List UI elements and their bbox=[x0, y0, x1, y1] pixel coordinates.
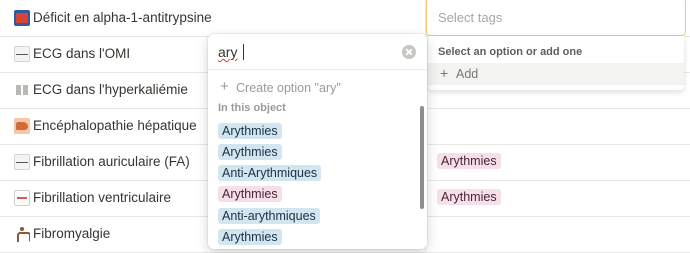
row-title: Fibrillation auriculaire (FA) bbox=[33, 154, 190, 169]
search-input[interactable]: ary bbox=[208, 34, 427, 70]
plus-icon: + bbox=[440, 65, 449, 81]
option-menu-header: Select an option or add one bbox=[438, 46, 583, 58]
option-tag[interactable]: Arythmies bbox=[218, 123, 282, 139]
option-tag[interactable]: Arythmies bbox=[218, 229, 282, 245]
add-option-label: Add bbox=[456, 67, 479, 81]
option-tag[interactable]: Anti-arythmiques bbox=[218, 208, 320, 224]
row-title: ECG dans l'hyperkaliémie bbox=[33, 82, 188, 97]
liver-icon bbox=[14, 118, 30, 134]
figure-icon bbox=[14, 226, 30, 242]
create-option-item[interactable]: + Create option "ary" bbox=[208, 79, 427, 97]
tag-chip[interactable]: Arythmies bbox=[437, 189, 501, 205]
tags-cell[interactable]: Arythmies bbox=[427, 180, 690, 216]
option-tag[interactable]: Arythmies bbox=[218, 186, 282, 202]
select-tags-placeholder: Select tags bbox=[438, 10, 503, 25]
row-title: Déficit en alpha-1-antitrypsine bbox=[33, 10, 212, 25]
row-title: Fibromyalgie bbox=[33, 226, 111, 241]
option-tag[interactable]: Arythmies bbox=[218, 144, 282, 160]
book-icon bbox=[14, 10, 30, 26]
ecg-pair-icon bbox=[14, 82, 30, 98]
row-title: Fibrillation ventriculaire bbox=[33, 190, 172, 205]
tags-cell[interactable]: Arythmies bbox=[427, 144, 690, 180]
search-query: ary bbox=[218, 44, 238, 60]
section-label: In this object bbox=[218, 102, 286, 114]
select-tags-cell[interactable]: Select tags bbox=[426, 0, 686, 36]
ecg-grid-icon bbox=[14, 190, 30, 206]
row-title: ECG dans l'OMI bbox=[33, 46, 131, 61]
title-cell[interactable]: Déficit en alpha-1-antitrypsine bbox=[0, 0, 426, 36]
text-caret bbox=[243, 44, 244, 60]
scrollbar[interactable] bbox=[420, 106, 424, 209]
create-option-label: Create option "ary" bbox=[236, 81, 341, 95]
add-option-button[interactable]: + Add bbox=[428, 63, 684, 85]
option-menu: Select an option or add one + Add bbox=[428, 36, 684, 90]
ecg-icon bbox=[14, 46, 30, 62]
tag-search-popup: ary + Create option "ary" In this object… bbox=[208, 34, 427, 249]
clear-icon[interactable] bbox=[402, 45, 416, 59]
plus-icon: + bbox=[220, 78, 229, 95]
ecg-strip-icon bbox=[14, 154, 30, 170]
option-tag[interactable]: Anti-Arythmiques bbox=[218, 165, 322, 181]
tag-chip[interactable]: Arythmies bbox=[437, 153, 501, 169]
row-title: Encéphalopathie hépatique bbox=[33, 118, 197, 133]
